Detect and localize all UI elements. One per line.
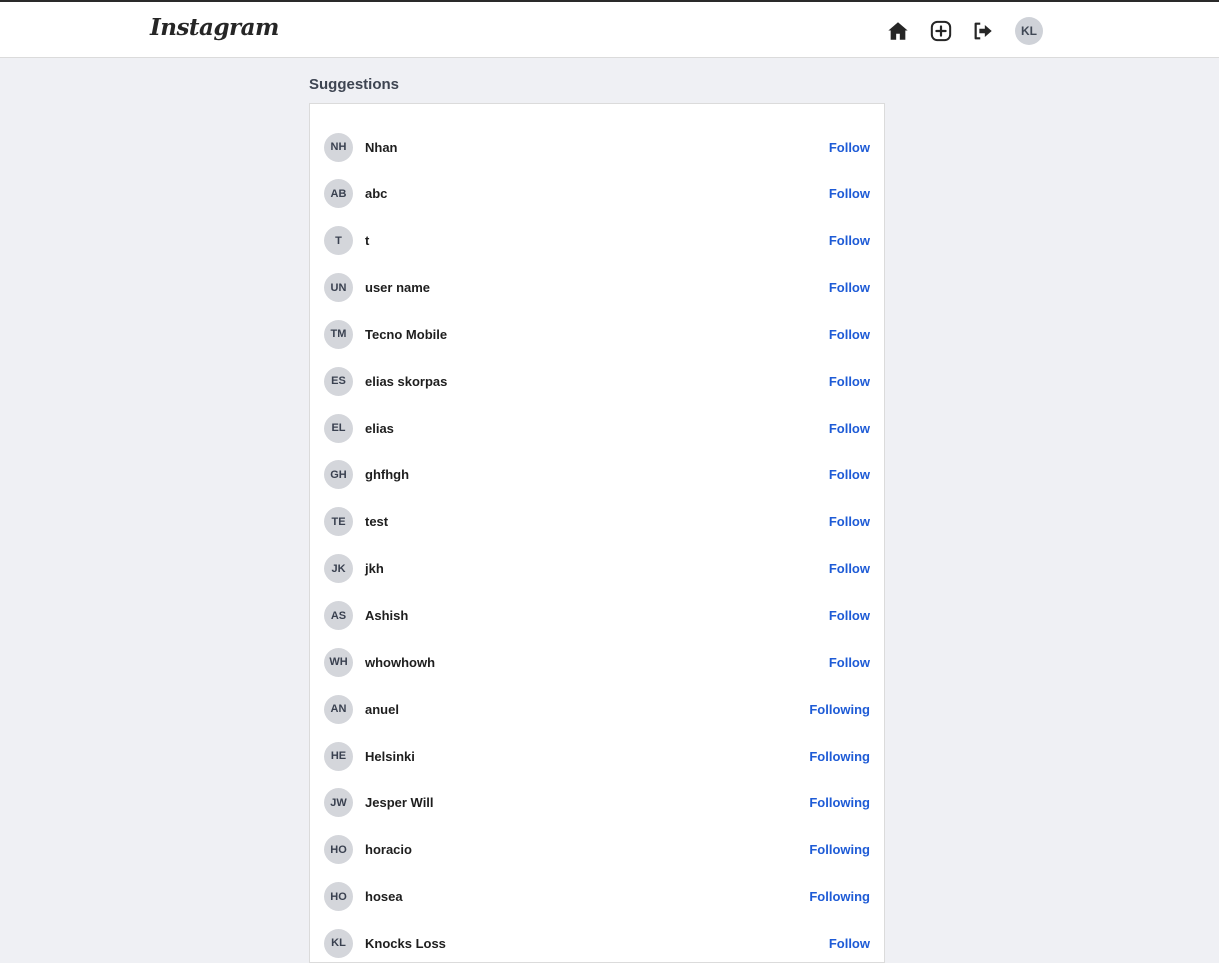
follow-button[interactable]: Follow [829,374,870,389]
list-item: JK jkh Follow [324,554,870,584]
top-navbar: Instagram KL [0,0,1219,58]
avatar[interactable]: ES [324,366,353,396]
follow-button[interactable]: Follow [829,186,870,201]
avatar[interactable]: TE [324,507,353,537]
username[interactable]: jkh [365,561,829,576]
username[interactable]: horacio [365,842,809,857]
list-item: EL elias Follow [324,413,870,443]
follow-button[interactable]: Follow [829,655,870,670]
list-item: TM Tecno Mobile Follow [324,319,870,349]
username[interactable]: Nhan [365,140,829,155]
following-button[interactable]: Following [809,795,870,810]
following-button[interactable]: Following [809,889,870,904]
avatar[interactable]: T [324,226,353,256]
home-icon[interactable] [886,19,910,43]
username[interactable]: test [365,514,829,529]
avatar[interactable]: AN [324,694,353,724]
list-item: GH ghfhgh Follow [324,460,870,490]
username[interactable]: elias skorpas [365,374,829,389]
avatar[interactable]: HE [324,741,353,771]
username[interactable]: Ashish [365,608,829,623]
follow-button[interactable]: Follow [829,467,870,482]
following-button[interactable]: Following [809,702,870,717]
follow-button[interactable]: Follow [829,608,870,623]
list-item: HE Helsinki Following [324,741,870,771]
username[interactable]: anuel [365,702,809,717]
username[interactable]: hosea [365,889,809,904]
list-item: JW Jesper Will Following [324,788,870,818]
list-item: AS Ashish Follow [324,601,870,631]
instagram-logo[interactable]: Instagram [150,14,279,41]
follow-button[interactable]: Follow [829,514,870,529]
profile-avatar[interactable]: KL [1015,17,1043,45]
list-item: UN user name Follow [324,273,870,303]
username[interactable]: ghfhgh [365,467,829,482]
username[interactable]: user name [365,280,829,295]
avatar[interactable]: UN [324,273,353,303]
logout-icon[interactable] [971,19,995,43]
following-button[interactable]: Following [809,749,870,764]
follow-button[interactable]: Follow [829,233,870,248]
avatar[interactable]: JW [324,788,353,818]
username[interactable]: Tecno Mobile [365,327,829,342]
list-item: HO horacio Following [324,835,870,865]
username[interactable]: whowhowh [365,655,829,670]
avatar[interactable]: EL [324,413,353,443]
follow-button[interactable]: Follow [829,561,870,576]
list-item: TE test Follow [324,507,870,537]
username[interactable]: abc [365,186,829,201]
username[interactable]: Helsinki [365,749,809,764]
avatar[interactable]: WH [324,647,353,677]
avatar[interactable]: JK [324,554,353,584]
follow-button[interactable]: Follow [829,936,870,951]
following-button[interactable]: Following [809,842,870,857]
avatar[interactable]: TM [324,319,353,349]
list-item: Tt Follow [324,226,870,256]
avatar[interactable]: AS [324,601,353,630]
list-item: AN anuel Following [324,694,870,724]
list-item: WH whowhowh Follow [324,647,870,677]
avatar[interactable]: KL [324,928,353,958]
avatar[interactable]: NH [324,132,353,162]
list-item: AB abc Follow [324,179,870,209]
avatar[interactable]: AB [324,179,353,209]
list-item: NH Nhan Follow [324,132,870,162]
suggestions-list: NH Nhan Follow AB abc Follow Tt Follow UN user na… [309,103,885,963]
list-item: KL Knocks Loss Follow [324,928,870,958]
avatar[interactable]: HO [324,882,353,912]
username[interactable]: Knocks Loss [365,936,829,951]
username[interactable]: Jesper Will [365,795,809,810]
list-item: ES elias skorpas Follow [324,366,870,396]
avatar[interactable]: GH [324,460,353,490]
follow-button[interactable]: Follow [829,280,870,295]
suggestions-title: Suggestions [309,76,400,93]
new-post-icon[interactable] [929,19,953,43]
follow-button[interactable]: Follow [829,421,870,436]
avatar[interactable]: HO [324,835,353,865]
follow-button[interactable]: Follow [829,140,870,155]
list-item: HO hosea Following [324,882,870,912]
follow-button[interactable]: Follow [829,327,870,342]
username[interactable]: t [365,233,829,248]
username[interactable]: elias [365,421,829,436]
